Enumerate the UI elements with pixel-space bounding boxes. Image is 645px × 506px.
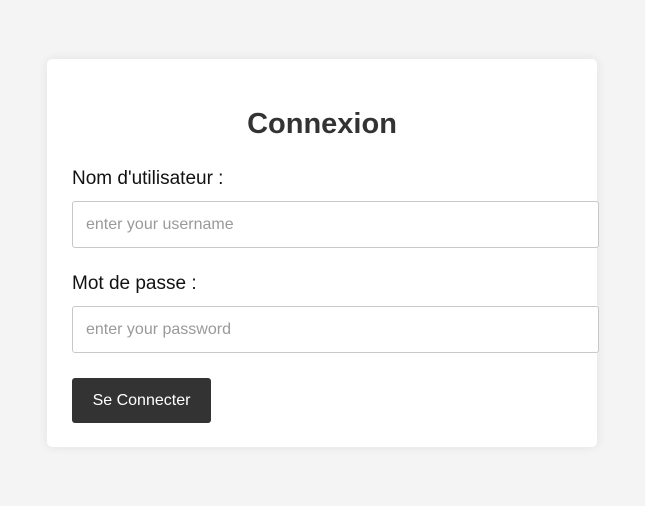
password-input[interactable]: [72, 306, 599, 353]
login-button[interactable]: Se Connecter: [72, 378, 211, 423]
username-label: Nom d'utilisateur :: [72, 168, 224, 189]
username-input[interactable]: [72, 201, 599, 248]
password-label: Mot de passe :: [72, 273, 197, 294]
login-card: Connexion Nom d'utilisateur : Mot de pas…: [47, 59, 599, 447]
page-title: Connexion: [247, 108, 397, 140]
